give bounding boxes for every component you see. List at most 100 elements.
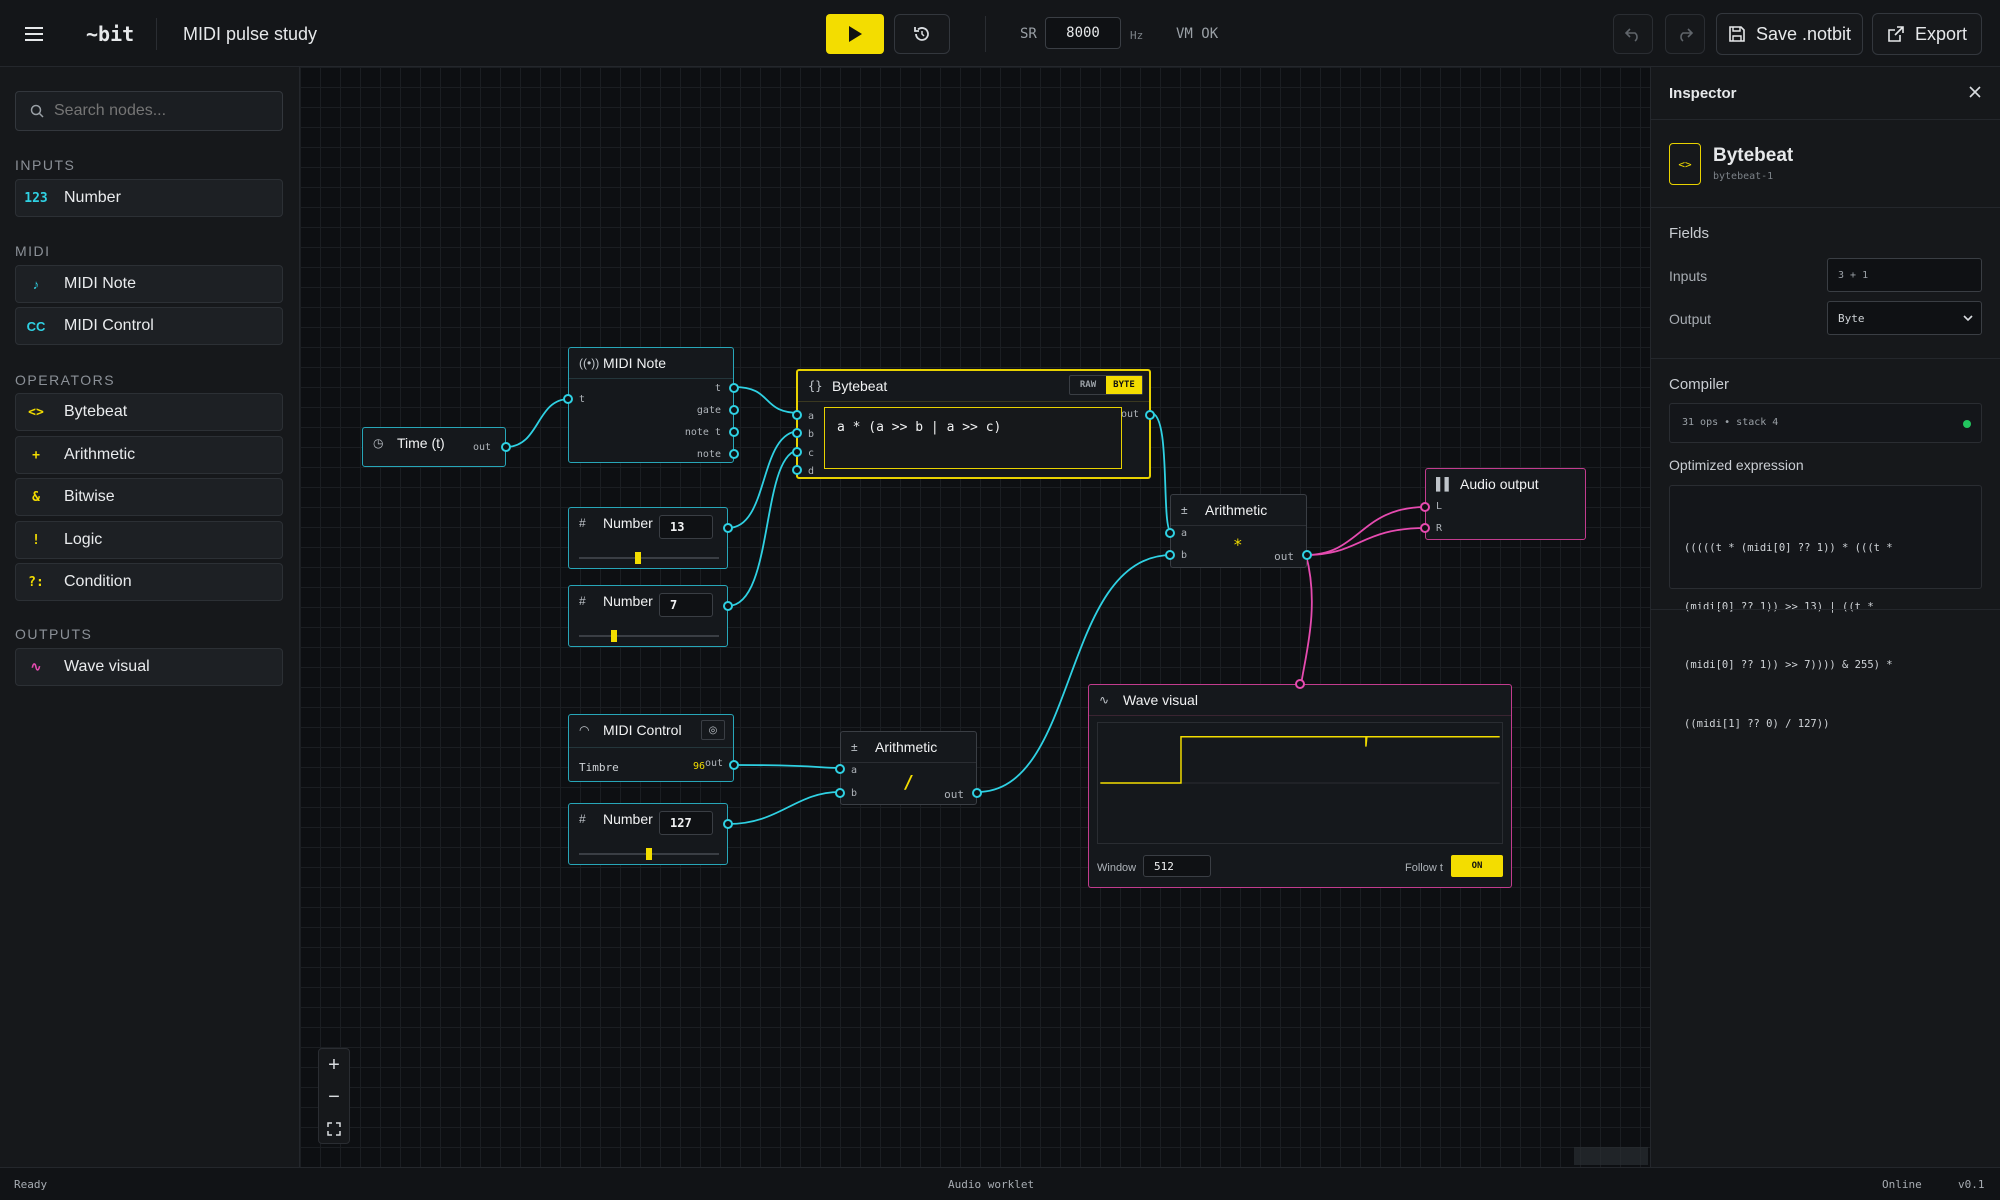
- node-arithmetic-multiply[interactable]: ± Arithmetic a b * out: [1165, 494, 1312, 568]
- port-bytebeat-in-b[interactable]: [792, 428, 802, 438]
- menu-icon[interactable]: [18, 20, 50, 48]
- palette-item-wave-visual[interactable]: ∿ Wave visual: [15, 648, 283, 686]
- window-label: Window: [1097, 862, 1137, 874]
- mode-toggle[interactable]: RAW BYTE: [1069, 375, 1143, 395]
- inputs-field[interactable]: 3 + 1: [1827, 258, 1982, 292]
- palette-item-bytebeat[interactable]: <> Bytebeat: [15, 393, 283, 431]
- chevron-down-icon: [1963, 315, 1973, 322]
- output-select[interactable]: Byte: [1827, 301, 1982, 335]
- close-icon[interactable]: [1964, 81, 1986, 103]
- node-palette: INPUTS 123Number MIDI ♪MIDI Note CCMIDI …: [0, 67, 300, 1167]
- hash-icon: #: [579, 594, 586, 608]
- follow-toggle[interactable]: ON: [1451, 855, 1503, 877]
- number-value-input[interactable]: 127: [659, 811, 713, 835]
- node-time[interactable]: ◷ Time (t) out: [362, 427, 511, 467]
- palette-item-condition[interactable]: ?: Condition: [15, 563, 283, 601]
- number-slider[interactable]: [579, 552, 719, 564]
- node-name: Bytebeat: [1713, 145, 1794, 166]
- node-bytebeat[interactable]: {} Bytebeat RAW BYTE a * (a >> b | a >> c…: [792, 369, 1155, 479]
- number-icon: 123: [24, 190, 48, 206]
- port-midinote-out-note[interactable]: [729, 449, 739, 459]
- palette-item-midi-note[interactable]: ♪ MIDI Note: [15, 265, 283, 303]
- port-arith2-in-b[interactable]: [835, 788, 845, 798]
- palette-item-bitwise[interactable]: & Bitwise: [15, 478, 283, 516]
- wire-number127-to-arith2-b: [727, 791, 841, 825]
- port-bytebeat-in-c[interactable]: [792, 447, 802, 457]
- port-number-out[interactable]: [723, 601, 733, 611]
- port-number-out[interactable]: [723, 819, 733, 829]
- node-wave-visual[interactable]: ∿ Wave visual Window 512 Follow t ON: [1088, 679, 1512, 888]
- reset-time-button[interactable]: [894, 14, 950, 54]
- hash-icon: #: [579, 516, 586, 530]
- save-button[interactable]: Save .notbit: [1716, 13, 1863, 55]
- fit-view-button[interactable]: [319, 1113, 349, 1145]
- number-slider[interactable]: [579, 848, 719, 860]
- slider-thumb[interactable]: [646, 848, 652, 860]
- node-arithmetic-divide[interactable]: ± Arithmetic a b / out: [835, 731, 982, 805]
- node-id: bytebeat-1: [1713, 171, 1774, 182]
- palette-item-number[interactable]: 123 Number: [15, 179, 283, 217]
- node-midi-control[interactable]: ◠ MIDI Control ◎ Timbre 96 out: [568, 714, 739, 782]
- port-midicontrol-out[interactable]: [729, 760, 739, 770]
- play-button[interactable]: [826, 14, 884, 54]
- window-input[interactable]: 512: [1143, 855, 1211, 877]
- port-bytebeat-out[interactable]: [1145, 410, 1155, 420]
- mode-byte[interactable]: BYTE: [1106, 376, 1142, 394]
- node-midi-note[interactable]: ((•)) MIDI Note t t gate note t note: [563, 347, 739, 463]
- fullscreen-icon: [327, 1122, 341, 1136]
- code-icon: <>: [28, 404, 44, 420]
- expression-editor[interactable]: a * (a >> b | a >> c): [824, 407, 1122, 469]
- port-time-out[interactable]: [501, 442, 511, 452]
- status-left: Ready: [14, 1178, 48, 1191]
- document-title[interactable]: MIDI pulse study: [183, 20, 317, 48]
- port-arith-in-a[interactable]: [1165, 528, 1175, 538]
- palette-item-midi-control[interactable]: CC MIDI Control: [15, 307, 283, 345]
- midi-learn-button[interactable]: ◎: [701, 720, 725, 740]
- port-midinote-in-t[interactable]: [563, 394, 573, 404]
- port-arith-out[interactable]: [1302, 550, 1312, 560]
- number-value-input[interactable]: 7: [659, 593, 713, 617]
- export-label: Export: [1914, 23, 1968, 44]
- graph-canvas[interactable]: ◷ Time (t) out ((•)) MIDI Note t t gate no…: [300, 67, 1650, 1167]
- search-input[interactable]: [54, 102, 254, 120]
- slider-thumb[interactable]: [635, 552, 642, 564]
- undo-button[interactable]: [1613, 14, 1653, 54]
- port-number-out[interactable]: [723, 523, 733, 533]
- zoom-controls: + −: [318, 1048, 350, 1144]
- port-midinote-out-gate[interactable]: [729, 405, 739, 415]
- port-midinote-out-note-t[interactable]: [729, 427, 739, 437]
- port-arith-in-b[interactable]: [1165, 550, 1175, 560]
- palette-item-logic[interactable]: ! Logic: [15, 521, 283, 559]
- sample-rate-input[interactable]: 8000: [1045, 17, 1121, 49]
- port-arith2-out[interactable]: [972, 788, 982, 798]
- port-audio-in-l[interactable]: [1420, 502, 1430, 512]
- slider-thumb[interactable]: [611, 630, 618, 642]
- export-button[interactable]: Export: [1872, 13, 1982, 55]
- port-arith2-in-a[interactable]: [835, 764, 845, 774]
- port-wave-in[interactable]: [1295, 679, 1305, 689]
- status-dot: [1963, 420, 1971, 428]
- wire-bytebeat-to-arith-a: [1150, 412, 1173, 534]
- node-number-13[interactable]: # Number 13: [568, 507, 733, 569]
- node-number-127[interactable]: # Number 127: [568, 803, 733, 865]
- zoom-in-button[interactable]: +: [319, 1049, 349, 1081]
- attribution-box: [1574, 1147, 1648, 1165]
- port-bytebeat-in-d[interactable]: [792, 465, 802, 475]
- number-slider[interactable]: [579, 630, 719, 642]
- inspector-title: Inspector: [1669, 85, 1737, 102]
- node-audio-output[interactable]: ▌▌ Audio output L R: [1420, 468, 1586, 540]
- number-value-input[interactable]: 13: [659, 515, 713, 539]
- node-type-badge: <>: [1669, 143, 1701, 185]
- wave-icon: ∿: [30, 659, 42, 674]
- search-box[interactable]: [15, 91, 283, 131]
- palette-item-arithmetic[interactable]: + Arithmetic: [15, 436, 283, 474]
- port-audio-in-r[interactable]: [1420, 523, 1430, 533]
- redo-button[interactable]: [1665, 14, 1705, 54]
- port-midinote-out-t[interactable]: [729, 383, 739, 393]
- exclamation-icon: !: [32, 532, 40, 548]
- node-number-7[interactable]: # Number 7: [568, 585, 733, 647]
- mode-raw[interactable]: RAW: [1070, 376, 1106, 394]
- zoom-out-button[interactable]: −: [319, 1081, 349, 1113]
- inspector-panel: Inspector <> Bytebeat bytebeat-1 Fields …: [1650, 67, 2000, 1167]
- port-bytebeat-in-a[interactable]: [792, 410, 802, 420]
